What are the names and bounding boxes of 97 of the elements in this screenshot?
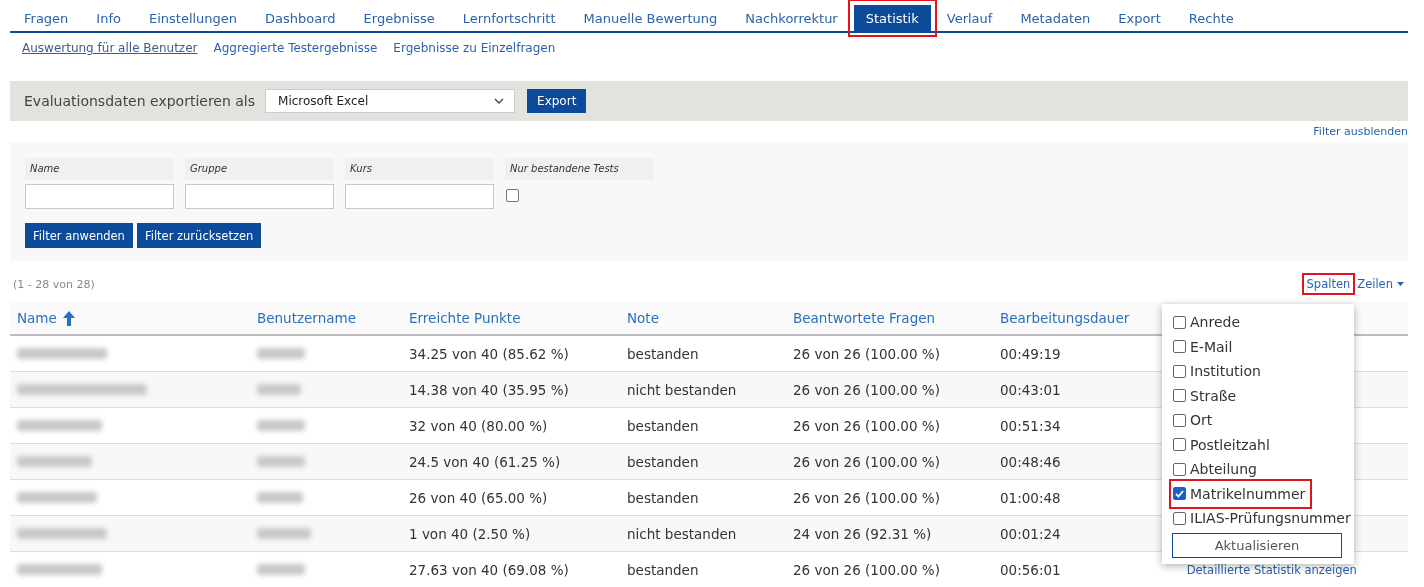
hide-filter-link[interactable]: Filter ausblenden [1313, 125, 1408, 138]
filter-label: Kurs [345, 158, 494, 180]
table-cell: nicht bestanden [627, 525, 737, 542]
detail-link[interactable]: Detaillierte Statistik anzeigen [1186, 562, 1357, 577]
filter-button[interactable]: Filter anwenden [25, 223, 133, 248]
update-button[interactable]: Aktualisieren [1172, 532, 1342, 558]
column-option[interactable]: Postleitzahl [1172, 432, 1274, 457]
rows-dropdown[interactable]: Zeilen [1355, 276, 1406, 292]
nav-tab[interactable]: Ergebnisse [351, 5, 447, 31]
checkbox[interactable] [1173, 413, 1186, 427]
table-cell: 00:51:34 [1000, 417, 1061, 434]
redacted-text [257, 456, 305, 467]
nav-tab[interactable]: Lernfortschritt [450, 5, 568, 31]
nav-tab[interactable]: Manuelle Bewertung [571, 5, 730, 31]
caret-icon [1397, 282, 1404, 286]
table-cell: 14.38 von 40 (35.95 %) [409, 381, 569, 398]
checkbox[interactable] [506, 189, 519, 202]
table-cell: 26 von 26 (100.00 %) [793, 453, 940, 470]
checkbox[interactable] [1173, 389, 1186, 403]
redacted-text [257, 492, 303, 503]
redacted-text [257, 384, 301, 395]
nav-tab[interactable]: Statistik [853, 5, 931, 31]
table-cell: 32 von 40 (80.00 %) [409, 417, 548, 434]
nav-tab[interactable]: Info [84, 5, 133, 31]
check-icon [1175, 489, 1184, 498]
checkbox[interactable] [1173, 487, 1186, 501]
table-cell: 26 von 26 (100.00 %) [793, 417, 940, 434]
table-cell: 1 von 40 (2.50 %) [409, 525, 531, 542]
column-option[interactable]: ILIAS-Prüfungsnummer [1172, 506, 1355, 531]
filter-label: Nur bestandene Tests [505, 158, 654, 180]
nav-tab[interactable]: Einstellungen [136, 5, 250, 31]
checkbox[interactable] [1173, 438, 1186, 452]
column-header[interactable]: Note [620, 302, 786, 336]
subtab-link[interactable]: Auswertung für alle Benutzer [22, 41, 198, 68]
export-button[interactable]: Export [527, 89, 587, 113]
table-cell: bestanden [627, 417, 699, 434]
redacted-text [257, 420, 305, 431]
filter-label: Name [25, 158, 174, 180]
column-option[interactable]: Abteilung [1172, 457, 1261, 482]
column-option[interactable]: Matrikelnummer [1172, 481, 1310, 506]
column-option[interactable]: Ort [1172, 408, 1217, 433]
checkbox[interactable] [1173, 364, 1186, 378]
table-cell: 24.5 von 40 (61.25 %) [409, 453, 561, 470]
nav-tab[interactable]: Verlauf [934, 5, 1005, 31]
table-cell: 00:49:19 [1000, 345, 1061, 362]
table-cell: 26 von 26 (100.00 %) [793, 345, 940, 362]
nav-tab[interactable]: Fragen [12, 5, 81, 31]
table-cell: 00:56:01 [1000, 561, 1061, 578]
redacted-text [257, 348, 305, 359]
table-cell: bestanden [627, 561, 699, 578]
table-cell: 01:00:48 [1000, 489, 1061, 506]
nav-tab[interactable]: Metadaten [1008, 5, 1103, 31]
table-cell: 27.63 von 40 (69.08 %) [409, 561, 569, 578]
column-option[interactable]: E-Mail [1172, 334, 1237, 359]
column-option[interactable]: Anrede [1172, 310, 1244, 335]
nav-tab[interactable]: Dashboard [253, 5, 348, 31]
checkbox[interactable] [1173, 511, 1186, 525]
filter-label: Gruppe [185, 158, 334, 180]
table-cell: 26 von 26 (100.00 %) [793, 561, 940, 578]
table-cell: 00:43:01 [1000, 381, 1061, 398]
redacted-text [257, 528, 311, 539]
column-header[interactable]: Name [10, 302, 250, 336]
column-header[interactable]: Erreichte Punkte [402, 302, 620, 336]
columns-link[interactable]: Spalten [1304, 276, 1353, 292]
filter-input[interactable] [345, 184, 494, 209]
filter-button[interactable]: Filter zurücksetzen [136, 223, 262, 248]
filter-input[interactable] [185, 184, 334, 209]
format-select[interactable]: Microsoft Excel [265, 89, 516, 113]
table-cell: 00:48:46 [1000, 453, 1061, 470]
table-cell: bestanden [627, 489, 699, 506]
nav-tab[interactable]: Export [1106, 5, 1173, 31]
table-cell: 26 von 26 (100.00 %) [793, 489, 940, 506]
checkbox[interactable] [1173, 315, 1186, 329]
table-cell: bestanden [627, 345, 699, 362]
subtab-link[interactable]: Ergebnisse zu Einzelfragen [393, 41, 556, 68]
table-cell: 26 von 40 (65.00 %) [409, 489, 548, 506]
table-cell: bestanden [627, 453, 699, 470]
checkbox[interactable] [1173, 340, 1186, 354]
column-option[interactable]: Straße [1172, 383, 1241, 408]
result-count: (1 - 28 von 28) [13, 277, 95, 291]
table-cell: 00:01:24 [1000, 525, 1061, 542]
chevron-down-icon [494, 98, 505, 104]
table-cell: 24 von 26 (92.31 %) [793, 525, 932, 542]
column-header[interactable]: Benutzername [250, 302, 402, 336]
table-cell: nicht bestanden [627, 381, 737, 398]
redacted-text [257, 564, 305, 575]
filter-input[interactable] [25, 184, 174, 209]
sort-up-icon [62, 310, 75, 326]
column-header[interactable]: Beantwortete Fragen [786, 302, 993, 336]
nav-tab[interactable]: Rechte [1176, 5, 1246, 31]
table-cell: 26 von 26 (100.00 %) [793, 381, 940, 398]
subtab-link[interactable]: Aggregierte Testergebnisse [213, 41, 378, 68]
export-label: Evaluationsdaten exportieren als [24, 93, 256, 109]
column-option[interactable]: Institution [1172, 359, 1265, 384]
checkbox[interactable] [1173, 462, 1186, 476]
table-cell: 34.25 von 40 (85.62 %) [409, 345, 569, 362]
nav-tab[interactable]: Nachkorrektur [733, 5, 850, 31]
